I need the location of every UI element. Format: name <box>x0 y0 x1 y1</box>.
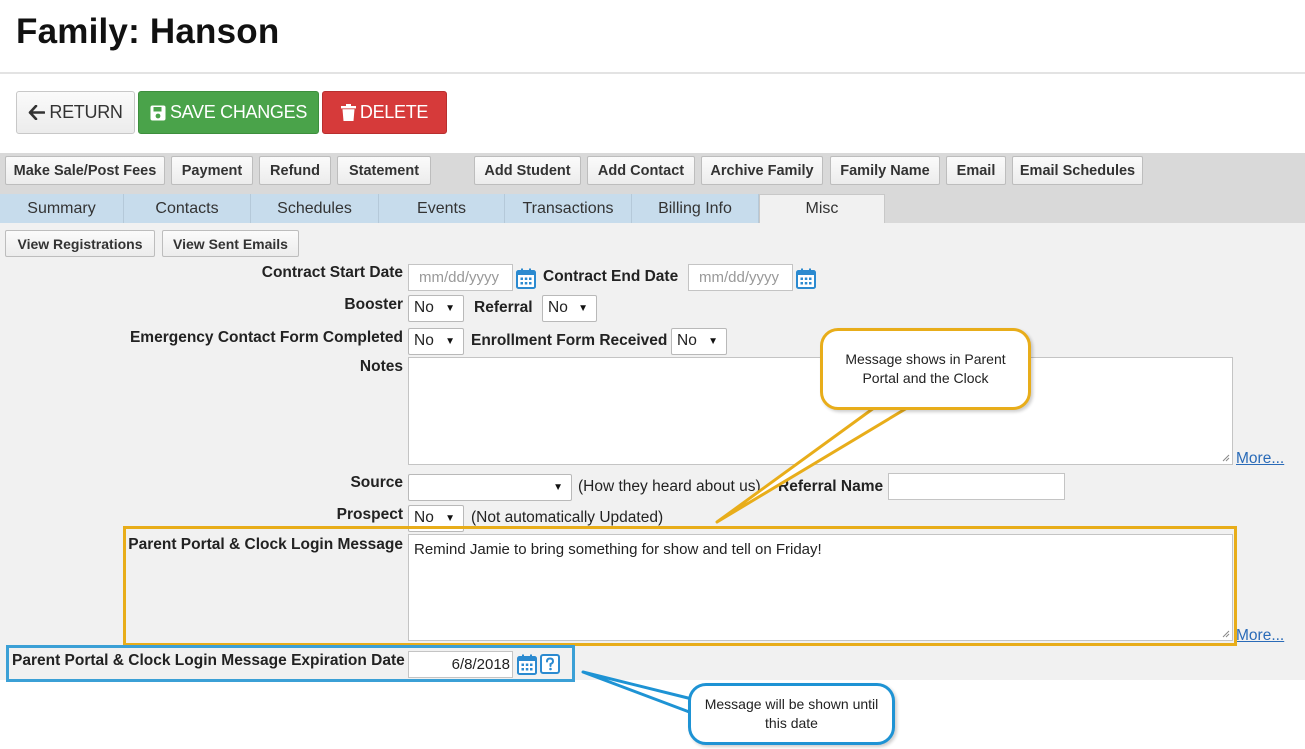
view-registrations-button[interactable]: View Registrations <box>5 230 155 257</box>
prospect-label: Prospect <box>336 506 403 523</box>
tab-schedules[interactable]: Schedules <box>251 194 379 223</box>
expiration-highlight-box <box>6 645 575 682</box>
tab-events[interactable]: Events <box>379 194 505 223</box>
return-label: RETURN <box>49 102 123 122</box>
save-changes-label: SAVE CHANGES <box>169 102 308 122</box>
enrollment-form-value: No <box>677 332 697 349</box>
enrollment-form-select[interactable]: No ▼ <box>671 328 727 355</box>
payment-button[interactable]: Payment <box>171 156 253 185</box>
caret-down-icon: ▼ <box>578 303 588 314</box>
caret-down-icon: ▼ <box>708 336 718 347</box>
add-contact-button[interactable]: Add Contact <box>587 156 695 185</box>
contract-start-input[interactable]: mm/dd/yyyy <box>408 264 513 291</box>
add-student-button[interactable]: Add Student <box>474 156 581 185</box>
floppy-disk-icon <box>150 105 166 120</box>
view-sent-emails-button[interactable]: View Sent Emails <box>162 230 299 257</box>
delete-button[interactable]: DELETE <box>322 91 447 134</box>
source-select[interactable]: ▼ <box>408 474 572 501</box>
email-button[interactable]: Email <box>946 156 1006 185</box>
statement-button[interactable]: Statement <box>337 156 431 185</box>
notes-label: Notes <box>359 358 403 375</box>
emergency-contact-label: Emergency Contact Form Completed <box>129 329 403 346</box>
delete-label: DELETE <box>359 102 429 122</box>
referral-name-input[interactable] <box>888 473 1065 500</box>
contract-start-label: Contract Start Date <box>261 264 403 281</box>
portal-message-more-link[interactable]: More... <box>1236 627 1284 645</box>
refund-button[interactable]: Refund <box>259 156 331 185</box>
enrollment-form-label: Enrollment Form Received <box>471 332 668 349</box>
calendar-icon[interactable] <box>796 268 816 289</box>
calendar-icon[interactable] <box>516 268 536 289</box>
archive-family-button[interactable]: Archive Family <box>701 156 823 185</box>
emergency-contact-select[interactable]: No ▼ <box>408 328 464 355</box>
save-changes-button[interactable]: SAVE CHANGES <box>138 91 319 134</box>
tab-contacts[interactable]: Contacts <box>124 194 251 223</box>
tab-transactions[interactable]: Transactions <box>505 194 632 223</box>
caret-down-icon: ▼ <box>445 303 455 314</box>
referral-label: Referral <box>474 299 533 316</box>
tab-summary[interactable]: Summary <box>0 194 124 223</box>
emergency-contact-value: No <box>414 332 434 349</box>
title-divider <box>0 72 1305 74</box>
page-title: Family: Hanson <box>16 12 280 51</box>
booster-label: Booster <box>344 296 403 313</box>
referral-name-label: Referral Name <box>776 478 884 496</box>
booster-select[interactable]: No ▼ <box>408 295 464 322</box>
tab-billing-info[interactable]: Billing Info <box>632 194 759 223</box>
message-highlight-box <box>123 526 1237 646</box>
trash-icon <box>340 104 356 121</box>
source-label: Source <box>350 474 403 491</box>
email-schedules-button[interactable]: Email Schedules <box>1012 156 1143 185</box>
make-sale-button[interactable]: Make Sale/Post Fees <box>5 156 165 185</box>
resize-grip-icon[interactable] <box>1221 453 1230 462</box>
caret-down-icon: ▼ <box>445 513 455 524</box>
prospect-value: No <box>414 509 434 526</box>
notes-more-link[interactable]: More... <box>1236 450 1284 468</box>
return-button[interactable]: RETURN <box>16 91 135 134</box>
caret-down-icon: ▼ <box>445 336 455 347</box>
prospect-hint: (Not automatically Updated) <box>471 509 664 526</box>
caret-down-icon: ▼ <box>553 482 563 493</box>
source-hint: (How they heard about us) <box>578 478 761 495</box>
contract-end-label: Contract End Date <box>543 268 679 285</box>
referral-select[interactable]: No ▼ <box>542 295 597 322</box>
family-name-button[interactable]: Family Name <box>830 156 940 185</box>
referral-value: No <box>548 299 568 316</box>
arrow-left-icon <box>29 105 46 120</box>
tab-misc[interactable]: Misc <box>759 194 885 223</box>
expiration-callout: Message will be shown until this date <box>688 683 895 745</box>
message-callout: Message shows in Parent Portal and the C… <box>820 328 1031 410</box>
contract-end-input[interactable]: mm/dd/yyyy <box>688 264 793 291</box>
booster-value: No <box>414 299 434 316</box>
